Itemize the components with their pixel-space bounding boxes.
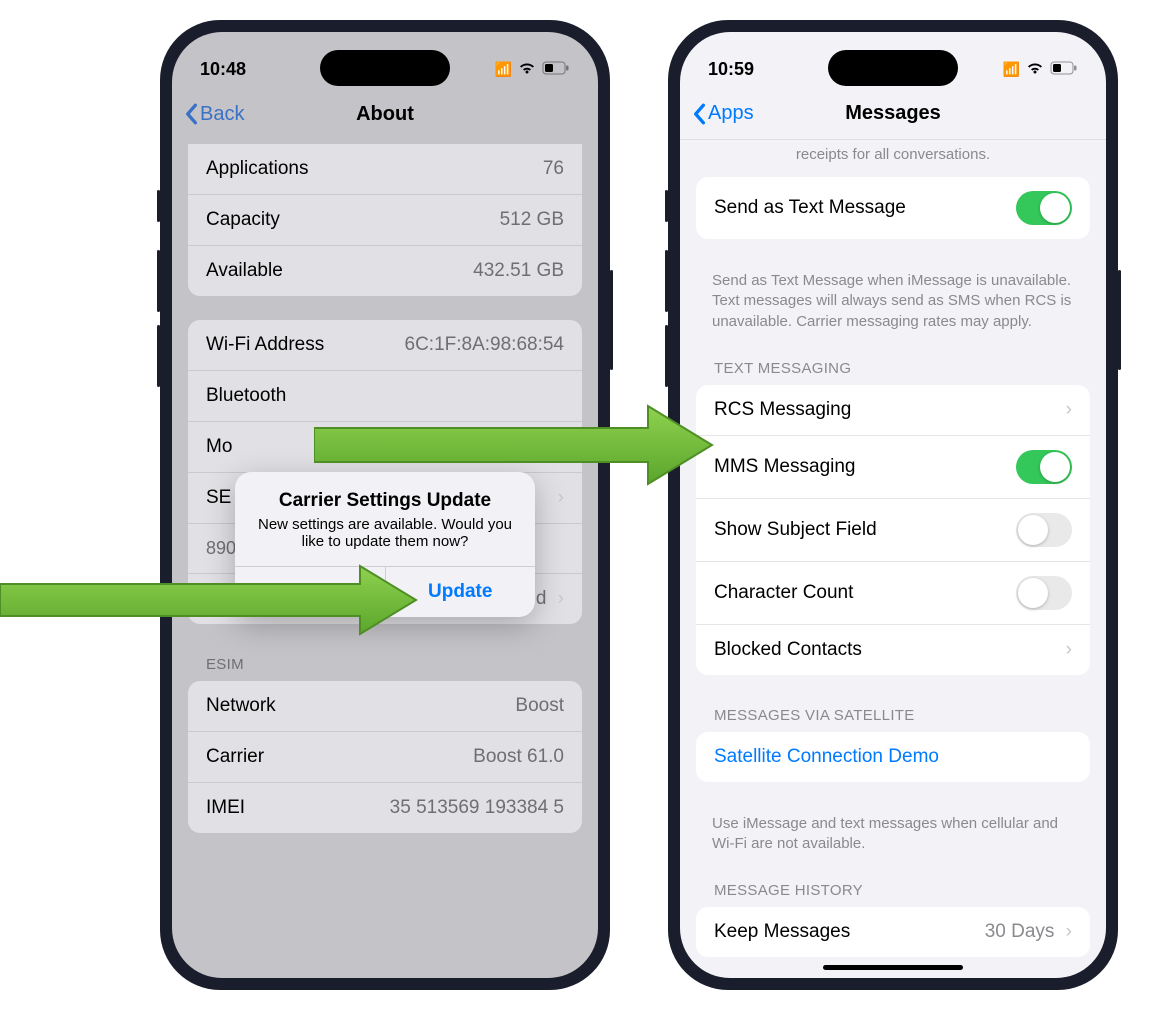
phone-right: 10:59 📶 Apps Messages receipts for all c… bbox=[668, 20, 1118, 990]
navbar-messages: Apps Messages bbox=[680, 88, 1106, 140]
page-title: Messages bbox=[845, 102, 941, 125]
alert-message: New settings are available. Would you li… bbox=[235, 516, 535, 566]
cellular-icon: 📶 bbox=[1003, 61, 1020, 78]
chevron-right-icon: › bbox=[1066, 639, 1072, 661]
dynamic-island bbox=[320, 50, 450, 86]
toggle-send-as-text[interactable] bbox=[1016, 191, 1072, 225]
back-label: Apps bbox=[708, 102, 754, 125]
chevron-right-icon: › bbox=[1066, 399, 1072, 421]
group-send-as-text: Send as Text Message bbox=[696, 177, 1090, 239]
chevron-right-icon: › bbox=[1060, 921, 1072, 942]
alert-backdrop: Carrier Settings Update New settings are… bbox=[172, 32, 598, 978]
footer-send-as-text: Send as Text Message when iMessage is un… bbox=[680, 263, 1106, 352]
screen-messages: 10:59 📶 Apps Messages receipts for all c… bbox=[680, 32, 1106, 978]
section-header-history: MESSAGE HISTORY bbox=[680, 874, 1106, 907]
dynamic-island bbox=[828, 50, 958, 86]
row-mms-messaging[interactable]: MMS Messaging bbox=[696, 436, 1090, 499]
row-satellite-demo[interactable]: Satellite Connection Demo bbox=[696, 732, 1090, 782]
phone-left: 10:48 📶 Back About Applicat bbox=[160, 20, 610, 990]
toggle-mms[interactable] bbox=[1016, 450, 1072, 484]
battery-icon bbox=[1050, 61, 1078, 78]
annotation-arrow-1 bbox=[0, 560, 420, 640]
toggle-subject[interactable] bbox=[1016, 513, 1072, 547]
status-icons: 📶 bbox=[1003, 61, 1078, 78]
group-text-messaging: RCS Messaging › MMS Messaging Show Subje… bbox=[696, 385, 1090, 675]
chevron-left-icon bbox=[692, 103, 706, 125]
section-header-text-messaging: TEXT MESSAGING bbox=[680, 352, 1106, 385]
row-character-count[interactable]: Character Count bbox=[696, 562, 1090, 625]
screen-about: 10:48 📶 Back About Applicat bbox=[172, 32, 598, 978]
row-send-as-text[interactable]: Send as Text Message bbox=[696, 177, 1090, 239]
wifi-icon bbox=[1026, 61, 1044, 78]
row-show-subject-field[interactable]: Show Subject Field bbox=[696, 499, 1090, 562]
back-button[interactable]: Apps bbox=[692, 102, 754, 125]
group-satellite: Satellite Connection Demo bbox=[696, 732, 1090, 782]
annotation-arrow-2 bbox=[314, 400, 714, 490]
row-keep-messages[interactable]: Keep Messages 30 Days › bbox=[696, 907, 1090, 957]
home-indicator bbox=[823, 965, 963, 970]
status-time: 10:59 bbox=[708, 59, 754, 80]
section-header-satellite: MESSAGES VIA SATELLITE bbox=[680, 699, 1106, 732]
cutoff-footer-text: receipts for all conversations. bbox=[680, 140, 1106, 177]
toggle-charcount[interactable] bbox=[1016, 576, 1072, 610]
row-rcs-messaging[interactable]: RCS Messaging › bbox=[696, 385, 1090, 436]
row-blocked-contacts[interactable]: Blocked Contacts › bbox=[696, 625, 1090, 675]
group-history: Keep Messages 30 Days › bbox=[696, 907, 1090, 957]
footer-satellite: Use iMessage and text messages when cell… bbox=[680, 806, 1106, 875]
